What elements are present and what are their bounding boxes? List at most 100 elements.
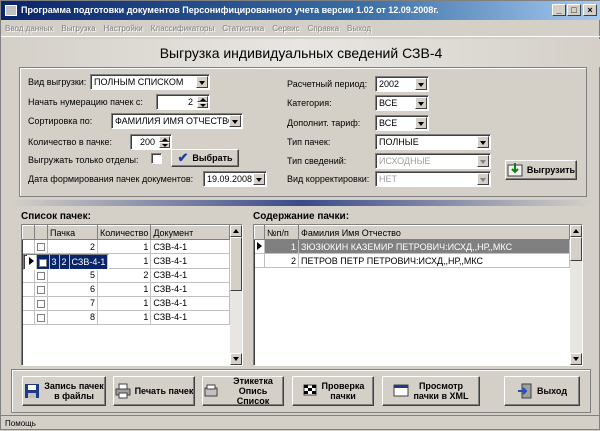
chevron-down-icon: [477, 155, 489, 167]
table-row-selected[interactable]: 3 2 СЗВ-4-1: [22, 254, 110, 270]
app-window: Программа подготовки документов Персониф…: [0, 0, 600, 430]
start-number-stepper[interactable]: 2: [156, 94, 210, 110]
count-stepper[interactable]: 200: [130, 134, 172, 150]
check-pack-button[interactable]: Проверка пачки: [292, 376, 374, 406]
check-flag-icon: [303, 384, 317, 396]
window-title: Программа подготовки документов Персониф…: [21, 5, 439, 15]
sort-select[interactable]: ФАМИЛИЯ ИМЯ ОТЧЕСТВО: [111, 113, 243, 129]
scroll-up-icon[interactable]: [570, 225, 582, 237]
only-dept-checkbox[interactable]: [151, 153, 162, 164]
cell-doc: СЗВ-4-1: [69, 255, 109, 269]
menu-item-exit[interactable]: Выход: [347, 24, 371, 33]
cell-count: 1: [97, 239, 152, 254]
vid-select[interactable]: ПОЛНЫМ СПИСКОМ: [90, 74, 210, 90]
table-row[interactable]: 8 1 СЗВ-4-1: [22, 310, 230, 325]
menu-bar: Ввод данных Выгрузка Настройки Классифик…: [1, 20, 600, 37]
maximize-icon[interactable]: □: [567, 4, 581, 16]
scroll-down-icon[interactable]: [570, 353, 582, 365]
row-checkbox[interactable]: [37, 271, 45, 280]
cell-fio: ПЕТРОВ ПЕТР ПЕТРОВИЧ:ИСХД,,НР,,МКС: [298, 253, 570, 268]
exit-door-icon: [517, 383, 532, 399]
check-label-1: Проверка: [321, 381, 365, 391]
table-row[interactable]: 6 1 СЗВ-4-1: [22, 282, 230, 297]
view-xml-button[interactable]: Просмотр пачки в XML: [382, 376, 480, 406]
sort-label: Сортировка по:: [28, 116, 93, 126]
table-row-selected[interactable]: 1 ЗЮЗЮКИН КАЗЕМИР ПЕТРОВИЧ:ИСХД,,НР,,МКС: [254, 239, 570, 254]
content-table[interactable]: №п/п Фамилия Имя Отчество 1 ЗЮЗЮКИН КАЗЕМ…: [253, 224, 583, 366]
period-value: 2002: [379, 79, 400, 89]
minimize-icon[interactable]: _: [552, 4, 566, 16]
row-checkbox[interactable]: [37, 313, 45, 322]
date-picker[interactable]: 19.09.2008: [203, 171, 267, 187]
col-fio[interactable]: Фамилия Имя Отчество: [298, 225, 570, 240]
col-document[interactable]: Документ: [150, 225, 230, 240]
menu-item-export[interactable]: Выгрузка: [61, 24, 95, 33]
print-label: Печать пачек: [134, 386, 194, 396]
indicator-header: [22, 225, 35, 240]
corr-select[interactable]: НЕТ: [375, 171, 491, 187]
choose-button[interactable]: ✔ Выбрать: [171, 149, 239, 167]
cell-doc: СЗВ-4-1: [150, 268, 230, 283]
info-type-select[interactable]: ИСХОДНЫЕ: [375, 153, 491, 169]
chevron-down-icon[interactable]: [415, 117, 427, 129]
exit-button[interactable]: Выход: [504, 376, 580, 406]
period-select[interactable]: 2002: [375, 76, 429, 92]
table-row[interactable]: 7 1 СЗВ-4-1: [22, 296, 230, 311]
scroll-thumb[interactable]: [230, 237, 242, 291]
floppy-icon: [25, 384, 40, 398]
content-scrollbar[interactable]: [570, 225, 582, 365]
check-header: [34, 225, 48, 240]
label-label-1: Этикетка: [233, 376, 273, 386]
table-row[interactable]: 5 2 СЗВ-4-1: [22, 268, 230, 283]
chevron-down-icon[interactable]: [196, 76, 208, 88]
table-row[interactable]: 2 1 СЗВ-4-1: [22, 239, 230, 254]
save-packs-button[interactable]: Запись пачек в файлы: [22, 376, 106, 406]
row-checkbox[interactable]: [38, 258, 47, 267]
cell-doc: СЗВ-4-1: [150, 310, 230, 325]
col-number[interactable]: №п/п: [264, 225, 299, 240]
current-row-icon: [256, 241, 262, 250]
actions-panel: Запись пачек в файлы Печать пачек Этикетк…: [11, 369, 591, 413]
close-icon[interactable]: ×: [583, 4, 597, 16]
menu-item-stats[interactable]: Статистика: [222, 24, 264, 33]
tariff-select[interactable]: ВСЕ: [375, 115, 429, 131]
cell-pack: 6: [47, 282, 98, 297]
row-checkbox[interactable]: [37, 243, 45, 252]
export-button[interactable]: Выгрузить: [505, 160, 577, 180]
cell-pack: 3: [49, 255, 60, 269]
scroll-thumb[interactable]: [570, 237, 582, 261]
info-type-value: ИСХОДНЫЕ: [379, 156, 431, 166]
category-select[interactable]: ВСЕ: [375, 95, 429, 111]
cell-count: 2: [59, 255, 70, 269]
cell-number: 2: [264, 253, 299, 268]
packs-table[interactable]: Пачка Количество Документ 2 1 СЗВ-4-1 3 2 СЗ…: [21, 224, 243, 366]
spin-icon[interactable]: [197, 96, 208, 108]
row-checkbox[interactable]: [37, 299, 45, 308]
label-icon: [204, 384, 218, 397]
col-pack[interactable]: Пачка: [47, 225, 98, 240]
menu-item-input[interactable]: Ввод данных: [5, 24, 53, 33]
menu-item-settings[interactable]: Настройки: [104, 24, 143, 33]
col-count[interactable]: Количество: [96, 225, 152, 240]
row-checkbox[interactable]: [37, 285, 45, 294]
chevron-down-icon[interactable]: [253, 173, 265, 185]
menu-item-service[interactable]: Сервис: [272, 24, 299, 33]
menu-item-classifiers[interactable]: Классификаторы: [151, 24, 214, 33]
scroll-up-icon[interactable]: [230, 225, 242, 237]
chevron-down-icon[interactable]: [229, 115, 241, 127]
chevron-down-icon[interactable]: [477, 136, 489, 148]
options-panel: Вид выгрузки: ПОЛНЫМ СПИСКОМ Начать нуме…: [19, 67, 587, 197]
chevron-down-icon[interactable]: [415, 97, 427, 109]
pack-type-select[interactable]: ПОЛНЫЕ: [375, 134, 491, 150]
menu-item-help[interactable]: Справка: [308, 24, 339, 33]
label-list-button[interactable]: Этикетка Опись Список: [202, 376, 284, 406]
table-row[interactable]: 2 ПЕТРОВ ПЕТР ПЕТРОВИЧ:ИСХД,,НР,,МКС: [254, 253, 570, 268]
packs-scrollbar[interactable]: [230, 225, 242, 365]
spin-icon[interactable]: [159, 136, 170, 148]
cell-count: 1: [97, 282, 152, 297]
scroll-down-icon[interactable]: [230, 353, 242, 365]
vid-value: ПОЛНЫМ СПИСКОМ: [94, 77, 184, 87]
tariff-label: Дополнит. тариф:: [287, 118, 361, 128]
chevron-down-icon[interactable]: [415, 78, 427, 90]
print-packs-button[interactable]: Печать пачек: [113, 376, 195, 406]
